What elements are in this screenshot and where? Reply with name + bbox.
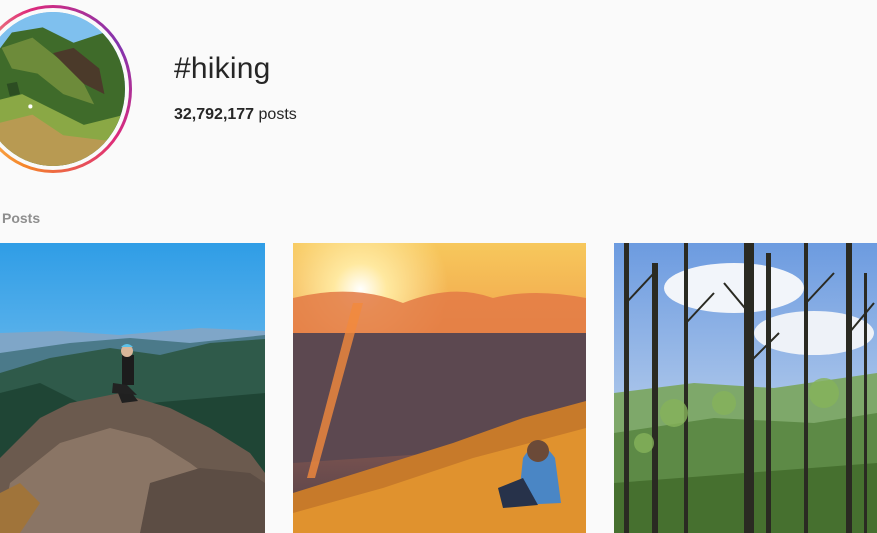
mountain-summit-image — [0, 243, 265, 533]
post-count: 32,792,177 posts — [174, 106, 297, 124]
forest-trees-image — [614, 243, 877, 533]
post-thumbnail-1[interactable] — [0, 243, 265, 533]
avatar-image — [0, 12, 125, 166]
post-count-suffix: posts — [258, 106, 297, 123]
posts-section-label: Posts — [2, 210, 41, 226]
hashtag-avatar-ring[interactable] — [0, 5, 132, 173]
post-count-number: 32,792,177 — [174, 106, 255, 123]
hashtag-avatar[interactable] — [0, 12, 125, 166]
post-thumbnail-2[interactable] — [293, 243, 586, 533]
hashtag-title: #hiking — [174, 52, 271, 85]
post-thumbnail-3[interactable] — [614, 243, 877, 533]
sunset-hillside-image — [293, 243, 586, 533]
avatar-gap — [0, 8, 129, 170]
